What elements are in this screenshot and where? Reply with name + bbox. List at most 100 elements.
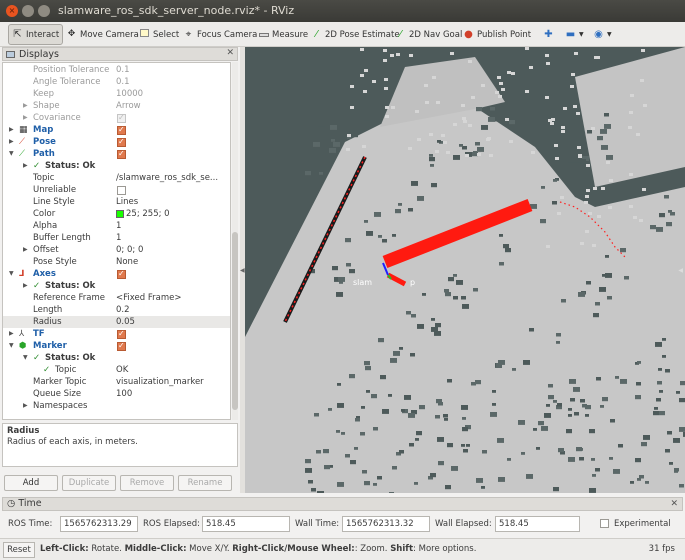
map-cell xyxy=(569,379,576,384)
move-camera-tool-button[interactable]: ✥ Move Camera xyxy=(63,24,142,45)
minimize-window-button[interactable] xyxy=(22,5,34,17)
tree-row[interactable]: ▶ ✓ Status: Ok xyxy=(3,160,230,172)
covariance-checkbox[interactable] xyxy=(117,112,126,124)
tree-row-map[interactable]: ▶ ▦ Map xyxy=(3,124,230,136)
tree-row[interactable]: Position Tolerance 0.1 xyxy=(3,64,230,76)
map-cell xyxy=(408,413,415,418)
tree-row[interactable]: Keep 10000 xyxy=(3,88,230,100)
ros-time-field[interactable]: 1565762313.29 xyxy=(60,516,138,532)
collapse-arrow-icon[interactable]: ▼ xyxy=(9,268,14,280)
axes-checkbox[interactable] xyxy=(117,268,126,280)
map-cell xyxy=(596,56,600,59)
tree-row[interactable]: ▶ ✓ Status: Ok xyxy=(3,280,230,292)
wall-time-field[interactable]: 1565762313.32 xyxy=(342,516,430,532)
expand-arrow-icon[interactable]: ▶ xyxy=(23,400,28,412)
marker-checkbox[interactable] xyxy=(117,340,126,352)
expand-arrow-icon[interactable]: ▶ xyxy=(9,124,14,136)
select-tool-button[interactable]: Select xyxy=(136,24,182,45)
collapse-arrow-icon[interactable]: ▼ xyxy=(9,340,14,352)
map-cell xyxy=(399,450,404,454)
duplicate-display-button[interactable]: Duplicate xyxy=(62,475,116,491)
expand-arrow-icon[interactable]: ▶ xyxy=(23,244,28,256)
tree-row[interactable]: Marker Topic visualization_marker xyxy=(3,376,230,388)
interact-tool-button[interactable]: ⇱ Interact xyxy=(8,24,64,45)
map-cell xyxy=(385,106,389,109)
map-checkbox[interactable] xyxy=(117,124,126,136)
map-cell xyxy=(587,130,592,134)
tree-row-tf[interactable]: ▶ ⅄ TF xyxy=(3,328,230,340)
tree-row[interactable]: Line Style Lines xyxy=(3,196,230,208)
collapse-arrow-icon[interactable]: ▼ xyxy=(9,148,14,160)
map-cell xyxy=(656,227,663,232)
map-cell xyxy=(601,187,605,190)
tree-row[interactable]: Queue Size 100 xyxy=(3,388,230,400)
tree-row-selected[interactable]: Radius 0.05 xyxy=(3,316,230,328)
add-display-button[interactable]: Add xyxy=(4,475,58,491)
tree-row[interactable]: Alpha 1 xyxy=(3,220,230,232)
tree-row-path[interactable]: ▼ ⟋ Path xyxy=(3,148,230,160)
collapse-right-icon[interactable]: ◀ xyxy=(678,267,683,274)
tree-row[interactable]: ▼ ✓ Status: Ok xyxy=(3,352,230,364)
ros-elapsed-field[interactable]: 518.45 xyxy=(202,516,290,532)
tree-row-pose[interactable]: ▶ ⟋ Pose xyxy=(3,136,230,148)
pose-checkbox[interactable] xyxy=(117,136,126,148)
tree-row[interactable]: Topic /slamware_ros_sdk_se... xyxy=(3,172,230,184)
remove-tool-button[interactable]: ▬ ▼ xyxy=(562,24,587,45)
expand-arrow-icon[interactable]: ▶ xyxy=(9,328,14,340)
map-cell xyxy=(435,150,439,153)
tree-row[interactable]: ▶ Shape Arrow xyxy=(3,100,230,112)
map-cell xyxy=(584,201,588,204)
tree-row-marker[interactable]: ▼ ⬢ Marker xyxy=(3,340,230,352)
rename-display-button[interactable]: Rename xyxy=(178,475,232,491)
reset-button[interactable]: Reset xyxy=(3,542,35,558)
tree-row[interactable]: ✓ Topic OK xyxy=(3,364,230,376)
cursor-icon: ⇱ xyxy=(13,29,22,40)
measure-tool-button[interactable]: Measure xyxy=(255,24,311,45)
tree-row[interactable]: Length 0.2 xyxy=(3,304,230,316)
expand-arrow-icon[interactable]: ▶ xyxy=(23,100,28,112)
unreliable-checkbox[interactable] xyxy=(117,186,126,195)
tree-row[interactable]: Reference Frame <Fixed Frame> xyxy=(3,292,230,304)
tree-row[interactable]: ▶ Covariance xyxy=(3,112,230,124)
color-swatch[interactable] xyxy=(116,209,124,218)
displays-tree[interactable]: Position Tolerance 0.1 Angle Tolerance 0… xyxy=(2,62,231,420)
tree-row-axes[interactable]: ▼ ⅃ Axes xyxy=(3,268,230,280)
tree-row[interactable]: Unreliable xyxy=(3,184,230,196)
publish-point-tool-button[interactable]: ● Publish Point xyxy=(460,24,534,45)
tool-properties-button[interactable]: ◉ ▼ xyxy=(590,24,615,45)
tree-row[interactable]: Buffer Length 1 xyxy=(3,232,230,244)
experimental-checkbox[interactable] xyxy=(600,519,609,528)
expand-arrow-icon[interactable]: ▶ xyxy=(23,112,28,124)
path-checkbox[interactable] xyxy=(117,148,126,160)
tree-row[interactable]: Pose Style None xyxy=(3,256,230,268)
pose-estimate-tool-button[interactable]: ⁄ 2D Pose Estimate xyxy=(308,24,403,45)
scrollbar-thumb[interactable] xyxy=(232,232,238,410)
expand-arrow-icon[interactable]: ▶ xyxy=(23,280,28,292)
collapse-left-icon[interactable]: ◀ xyxy=(240,267,245,274)
maximize-window-button[interactable] xyxy=(38,5,50,17)
tree-row[interactable]: Angle Tolerance 0.1 xyxy=(3,76,230,88)
map-cell xyxy=(465,154,469,157)
focus-camera-tool-button[interactable]: ⌖ Focus Camera xyxy=(180,24,260,45)
wall-elapsed-field[interactable]: 518.45 xyxy=(495,516,580,532)
add-tool-button[interactable]: ✚ xyxy=(540,24,560,45)
tree-row[interactable]: ▶ Namespaces xyxy=(3,400,230,412)
map-cell xyxy=(337,482,344,487)
collapse-arrow-icon[interactable]: ▼ xyxy=(23,352,28,364)
map-cell xyxy=(436,101,440,104)
3d-viewport[interactable]: slam p ◀ xyxy=(245,47,685,493)
close-window-button[interactable]: × xyxy=(6,5,18,17)
close-panel-icon[interactable]: ✕ xyxy=(670,498,678,510)
nav-goal-tool-button[interactable]: ⁄ 2D Nav Goal xyxy=(392,24,465,45)
expand-arrow-icon[interactable]: ▶ xyxy=(23,160,28,172)
tree-row[interactable]: Color 25; 255; 0 xyxy=(3,208,230,220)
map-cell xyxy=(600,129,607,134)
tree-row[interactable]: ▶ Offset 0; 0; 0 xyxy=(3,244,230,256)
displays-scrollbar[interactable] xyxy=(232,62,238,420)
map-cell xyxy=(523,360,530,365)
tf-checkbox[interactable] xyxy=(117,328,126,340)
remove-display-button[interactable]: Remove xyxy=(120,475,174,491)
expand-arrow-icon[interactable]: ▶ xyxy=(9,136,14,148)
map-cell xyxy=(585,195,589,198)
close-panel-icon[interactable]: ✕ xyxy=(226,48,234,58)
